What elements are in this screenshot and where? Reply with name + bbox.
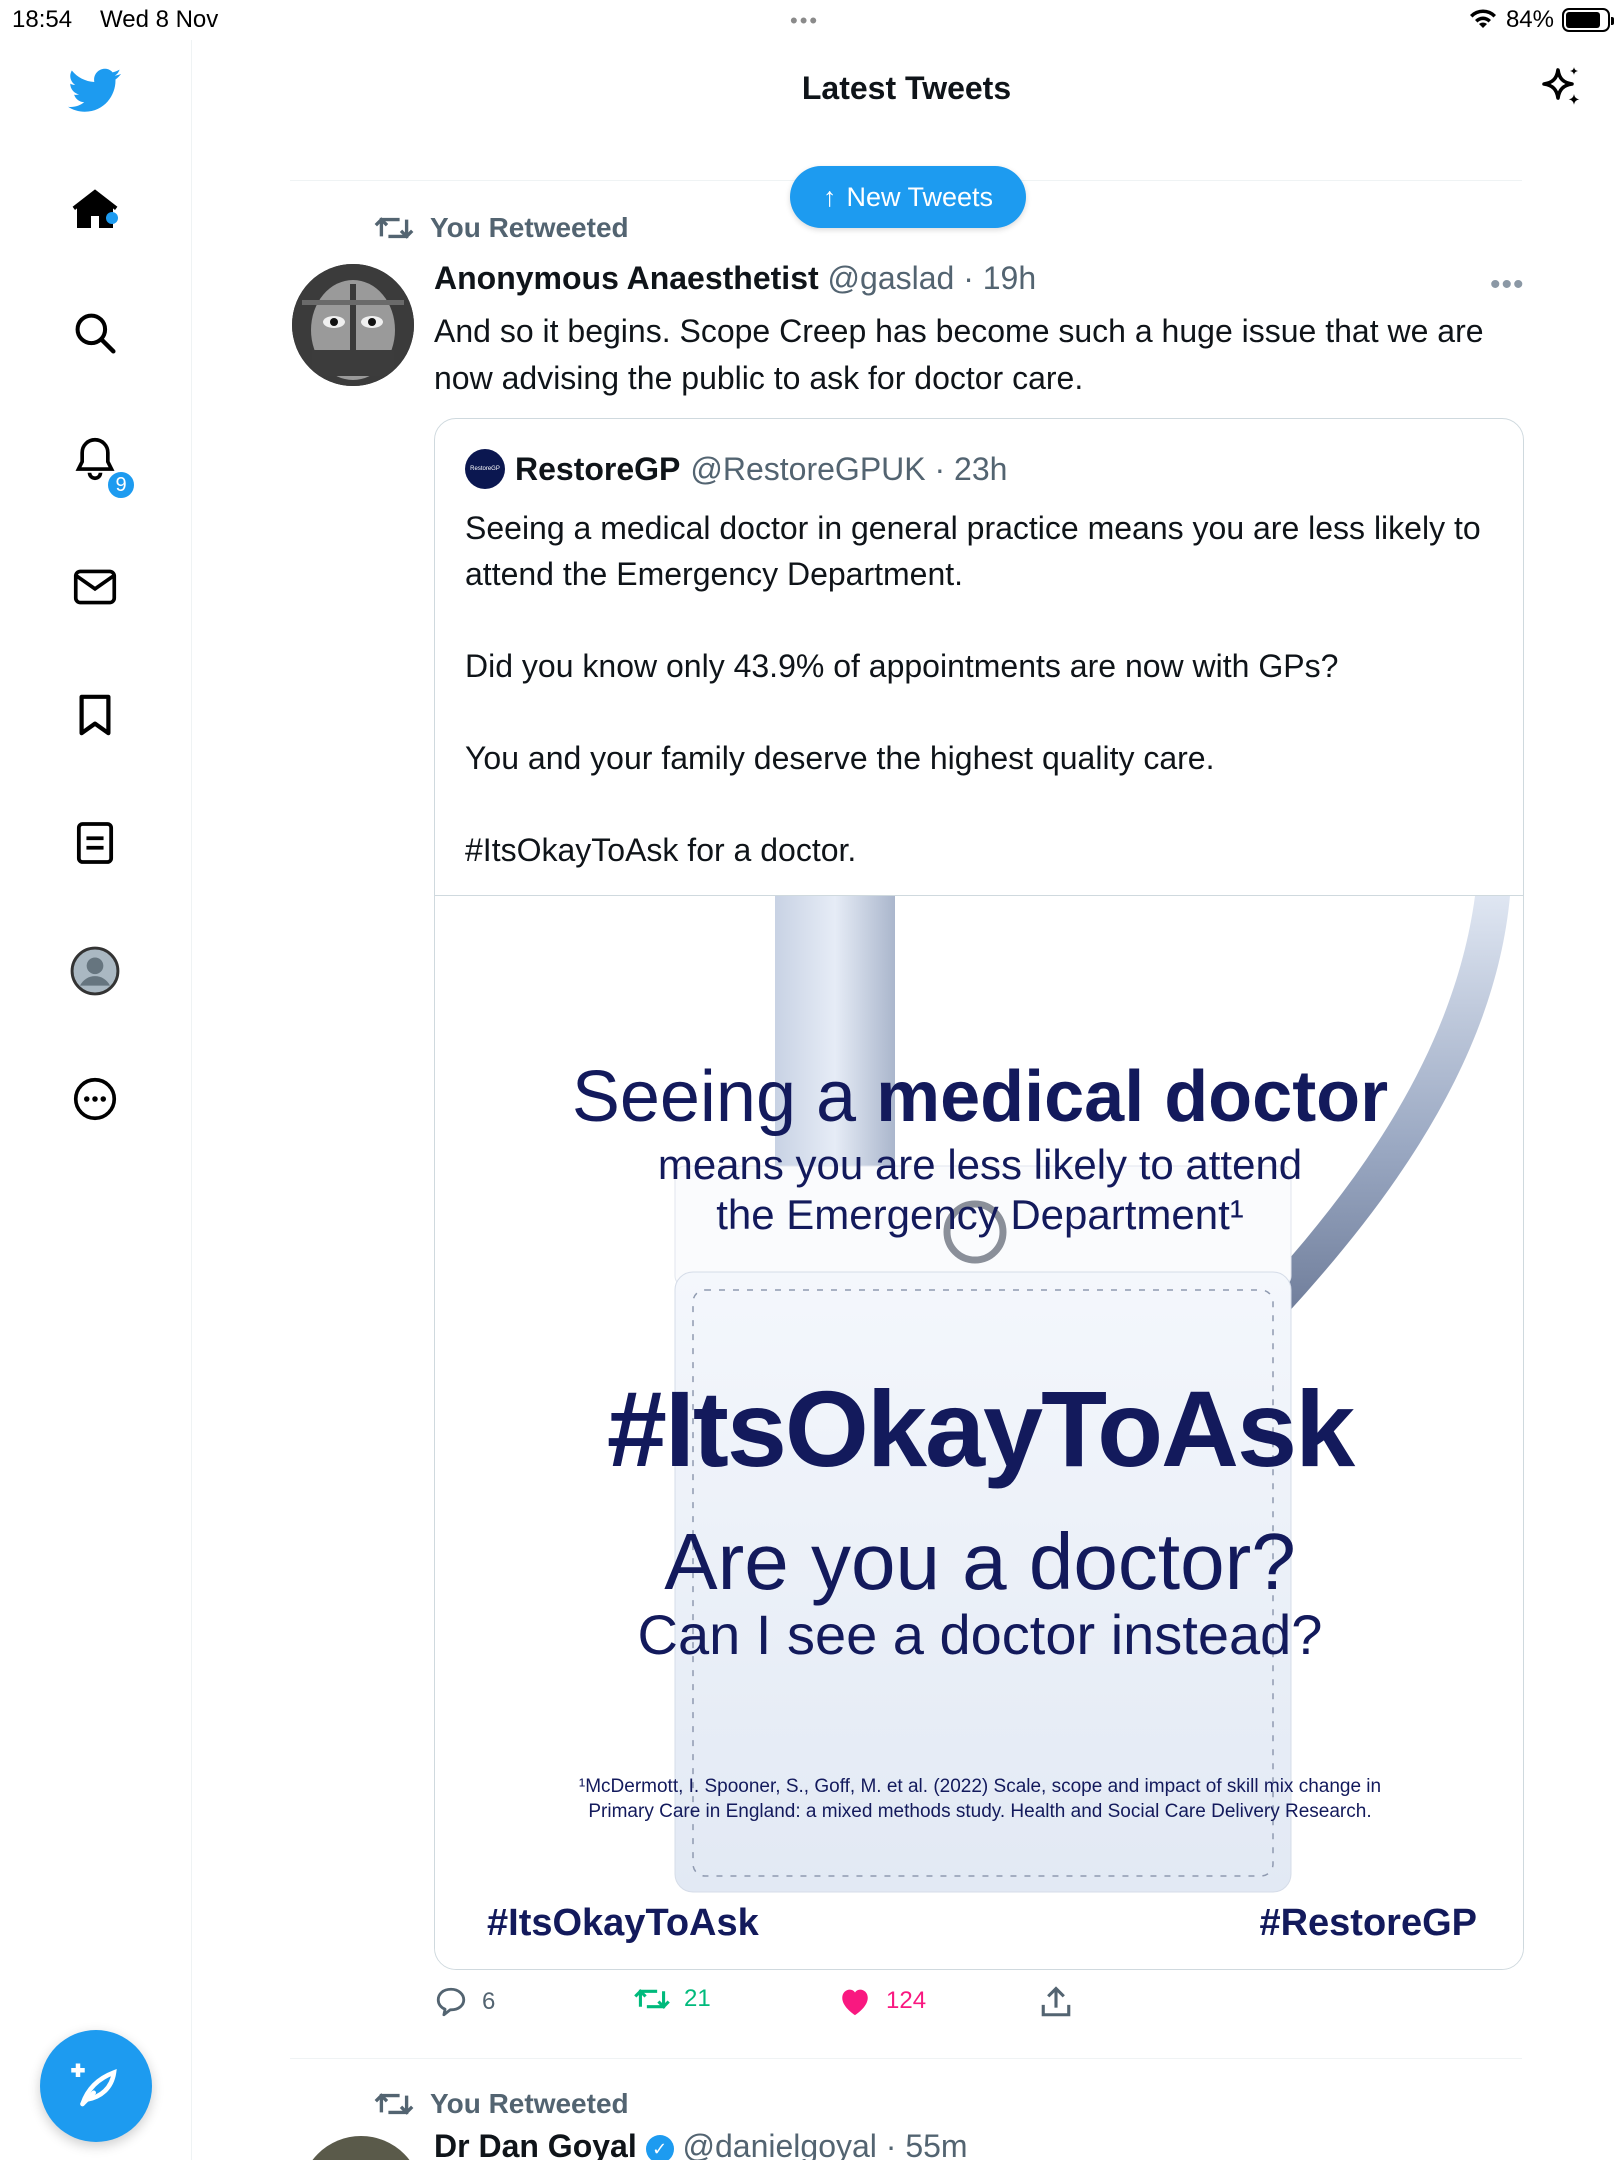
- battery-percent: 84%: [1505, 6, 1554, 33]
- retweet-icon: [634, 1989, 670, 2009]
- quoted-tweet[interactable]: RestoreGP RestoreGP @RestoreGPUK · 23h S…: [434, 418, 1524, 1970]
- search-icon[interactable]: [62, 300, 128, 366]
- bookmarks-icon[interactable]: [62, 682, 128, 748]
- notifications-badge: 9: [106, 470, 136, 500]
- tweet-more-icon[interactable]: •••: [1490, 2148, 1525, 2160]
- poster-hashtag: #ItsOkayToAsk: [606, 1368, 1355, 1489]
- wifi-icon: [1469, 9, 1496, 28]
- retweet-context: You Retweeted: [374, 212, 629, 244]
- verified-badge-icon: ✓: [645, 2134, 674, 2160]
- poster-headline: Seeing a medical doctor: [435, 1056, 1523, 1138]
- retweet-context-label: You Retweeted: [430, 2088, 629, 2119]
- share-button[interactable]: [1040, 1985, 1072, 2019]
- quote-author-name: RestoreGP: [515, 450, 681, 487]
- retweet-icon: [374, 217, 414, 239]
- battery-fill: [1566, 12, 1600, 28]
- author-name[interactable]: Dr Dan Goyal: [434, 2128, 637, 2160]
- poster-reference: ¹McDermott, I. Spooner, S., Goff, M. et …: [435, 1774, 1523, 1824]
- compose-tweet-button[interactable]: [40, 2030, 152, 2142]
- reply-icon: [436, 1987, 466, 2017]
- status-right: 84%: [1468, 6, 1614, 34]
- messages-icon[interactable]: [62, 554, 128, 620]
- quote-header: RestoreGP RestoreGP @RestoreGPUK · 23h: [465, 449, 1007, 489]
- tweet-header: Anonymous Anaesthetist @gaslad · 19h: [434, 260, 1036, 297]
- lists-icon[interactable]: [62, 810, 128, 876]
- avatar[interactable]: [300, 2136, 422, 2160]
- retweet-button[interactable]: 21: [634, 1985, 711, 2013]
- share-icon: [1041, 1986, 1071, 2017]
- home-unread-dot: [106, 212, 118, 224]
- multitasking-dots-icon[interactable]: •••: [790, 8, 819, 34]
- sparkle-icon[interactable]: [1536, 64, 1584, 117]
- new-tweets-button[interactable]: ↑ New Tweets: [790, 166, 1026, 228]
- profile-icon[interactable]: [62, 938, 128, 1004]
- quote-text: Seeing a medical doctor in general pract…: [465, 510, 1481, 868]
- poster-reference-1: ¹McDermott, I. Spooner, S., Goff, M. et …: [578, 1776, 1382, 1797]
- sidebar: 9: [0, 40, 192, 2160]
- tweet-more-icon[interactable]: •••: [1490, 268, 1525, 302]
- author-meta[interactable]: @gaslad · 19h: [828, 260, 1037, 296]
- poster-footer-left: #ItsOkayToAsk: [487, 1902, 759, 1944]
- tweet-divider: [290, 2058, 1522, 2059]
- status-date: Wed 8 Nov: [100, 6, 219, 33]
- poster-reference-2: Primary Care in England: a mixed methods…: [588, 1801, 1372, 1822]
- poster-subline: means you are less likely to attend the …: [435, 1140, 1523, 1240]
- poster-question-2: Can I see a doctor instead?: [637, 1603, 1323, 1666]
- poster-question-1: Are you a doctor?: [664, 1517, 1296, 1606]
- retweet-count: 21: [684, 1985, 711, 2012]
- author-meta[interactable]: @danielgoyal · 55m: [683, 2128, 968, 2160]
- reply-count: 6: [482, 1988, 496, 2015]
- status-time: 18:54: [12, 6, 73, 33]
- like-button[interactable]: 124: [838, 1985, 926, 2017]
- new-tweets-label: New Tweets: [846, 181, 994, 212]
- retweet-context: You Retweeted: [374, 2088, 629, 2120]
- page-title: Latest Tweets: [801, 70, 1012, 106]
- heart-icon: [842, 1989, 868, 2016]
- battery-icon: [1562, 8, 1614, 32]
- poster-subline-2: the Emergency Department¹: [716, 1191, 1244, 1238]
- restoregp-logo: RestoreGP: [465, 449, 505, 489]
- poster-headline-a: Seeing a: [571, 1057, 877, 1137]
- avatar[interactable]: [292, 264, 414, 386]
- twitter-logo-icon[interactable]: [62, 58, 128, 124]
- home-icon[interactable]: [62, 176, 128, 242]
- timeline-header: Latest Tweets: [193, 40, 1620, 140]
- poster-subline-1: means you are less likely to attend: [657, 1141, 1303, 1188]
- compose-tweet-icon: [71, 2063, 117, 2107]
- tweet-header: Dr Dan Goyal ✓ @danielgoyal · 55m: [434, 2128, 968, 2160]
- author-name[interactable]: Anonymous Anaesthetist: [434, 260, 819, 296]
- poster-headline-b: medical doctor: [876, 1057, 1389, 1137]
- tweet-actions: 6 21 124: [434, 1985, 1524, 2025]
- arrow-up-icon: ↑: [822, 181, 837, 212]
- more-icon[interactable]: [62, 1066, 128, 1132]
- like-count: 124: [886, 1987, 927, 2014]
- quote-image[interactable]: Seeing a medical doctor means you are le…: [435, 895, 1523, 1969]
- quote-author-meta: @RestoreGPUK · 23h: [690, 450, 1008, 487]
- reply-button[interactable]: 6: [434, 1985, 495, 2019]
- poster-footer-right: #RestoreGP: [1259, 1902, 1477, 1944]
- retweet-context-label: You Retweeted: [430, 212, 629, 243]
- retweet-icon: [374, 2093, 414, 2115]
- status-bar: 18:54 Wed 8 Nov ••• 84%: [0, 0, 1620, 40]
- tweet-text: And so it begins. Scope Creep has become…: [434, 313, 1484, 396]
